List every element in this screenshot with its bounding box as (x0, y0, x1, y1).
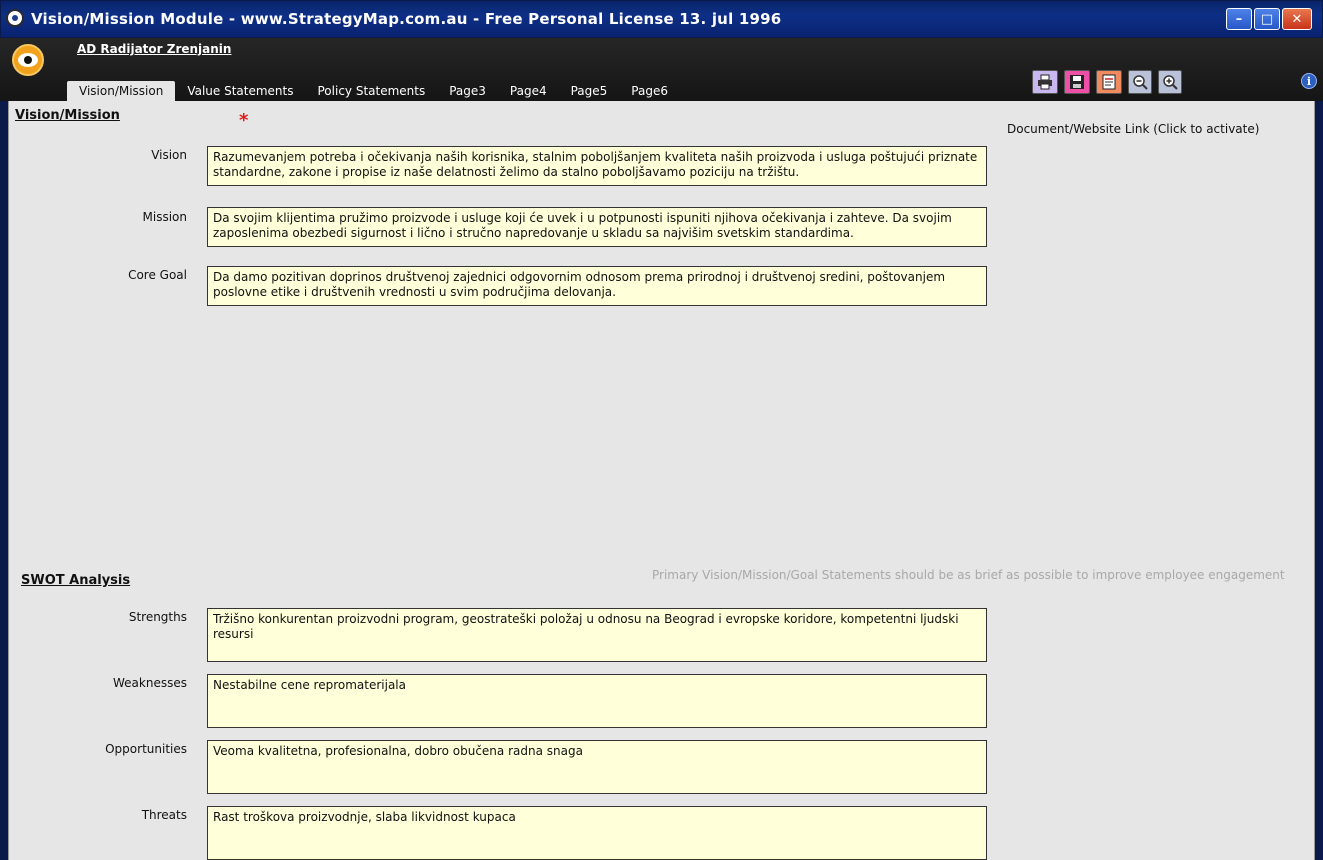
zoom-out-icon[interactable] (1128, 70, 1152, 94)
tab-page6[interactable]: Page6 (619, 81, 680, 101)
strengths-field[interactable]: Tržišno konkurentan proizvodni program, … (207, 608, 987, 662)
zoom-in-icon[interactable] (1158, 70, 1182, 94)
tab-policy-statements[interactable]: Policy Statements (306, 81, 438, 101)
tab-page3[interactable]: Page3 (437, 81, 498, 101)
app-eye-icon (6, 9, 24, 27)
app-header: AD Radijator Zrenjanin Vision/Mission Va… (0, 38, 1323, 101)
mission-label: Mission (142, 210, 187, 224)
toolbar (1032, 70, 1182, 94)
swot-title: SWOT Analysis (21, 573, 131, 588)
window-title: Vision/Mission Module - www.StrategyMap.… (31, 10, 782, 28)
vision-mission-title: Vision/Mission (15, 108, 120, 123)
maximize-button[interactable]: □ (1254, 8, 1280, 30)
weaknesses-label: Weaknesses (113, 676, 187, 690)
close-button[interactable]: ✕ (1282, 8, 1312, 30)
document-icon[interactable] (1096, 70, 1122, 94)
info-icon[interactable]: i (1301, 73, 1317, 89)
window-controls: – □ ✕ (1226, 8, 1312, 30)
required-marker: * (239, 110, 249, 131)
tab-page5[interactable]: Page5 (559, 81, 620, 101)
organization-name-link[interactable]: AD Radijator Zrenjanin (77, 42, 231, 56)
minimize-button[interactable]: – (1226, 8, 1252, 30)
core-goal-label: Core Goal (128, 268, 187, 282)
core-goal-field[interactable]: Da damo pozitivan doprinos društvenoj za… (207, 266, 987, 306)
document-link-label[interactable]: Document/Website Link (Click to activate… (1007, 122, 1259, 136)
module-tabs: Vision/Mission Value Statements Policy S… (67, 81, 680, 101)
eye-logo-icon (12, 44, 44, 76)
window-frame-right (1315, 101, 1323, 860)
tab-vision-mission[interactable]: Vision/Mission (67, 81, 176, 101)
opportunities-label: Opportunities (105, 742, 187, 756)
opportunities-field[interactable]: Veoma kvalitetna, profesionalna, dobro o… (207, 740, 987, 794)
save-icon[interactable] (1064, 70, 1090, 94)
threats-field[interactable]: Rast troškova proizvodnje, slaba likvidn… (207, 806, 987, 860)
brevity-hint: Primary Vision/Mission/Goal Statements s… (652, 568, 1285, 582)
tab-value-statements[interactable]: Value Statements (175, 81, 305, 101)
threats-label: Threats (141, 808, 187, 822)
main-content: Vision/Mission * Document/Website Link (… (8, 101, 1315, 860)
vision-field[interactable]: Razumevanjem potreba i očekivanja naših … (207, 146, 987, 186)
weaknesses-field[interactable]: Nestabilne cene repromaterijala (207, 674, 987, 728)
mission-field[interactable]: Da svojim klijentima pružimo proizvode i… (207, 207, 987, 247)
strengths-label: Strengths (128, 610, 187, 624)
tab-page4[interactable]: Page4 (498, 81, 559, 101)
vision-label: Vision (151, 148, 187, 162)
print-icon[interactable] (1032, 70, 1058, 94)
window-frame-left (0, 101, 8, 860)
eye-pupil (24, 56, 32, 64)
window-title-bar[interactable]: Vision/Mission Module - www.StrategyMap.… (0, 0, 1323, 38)
